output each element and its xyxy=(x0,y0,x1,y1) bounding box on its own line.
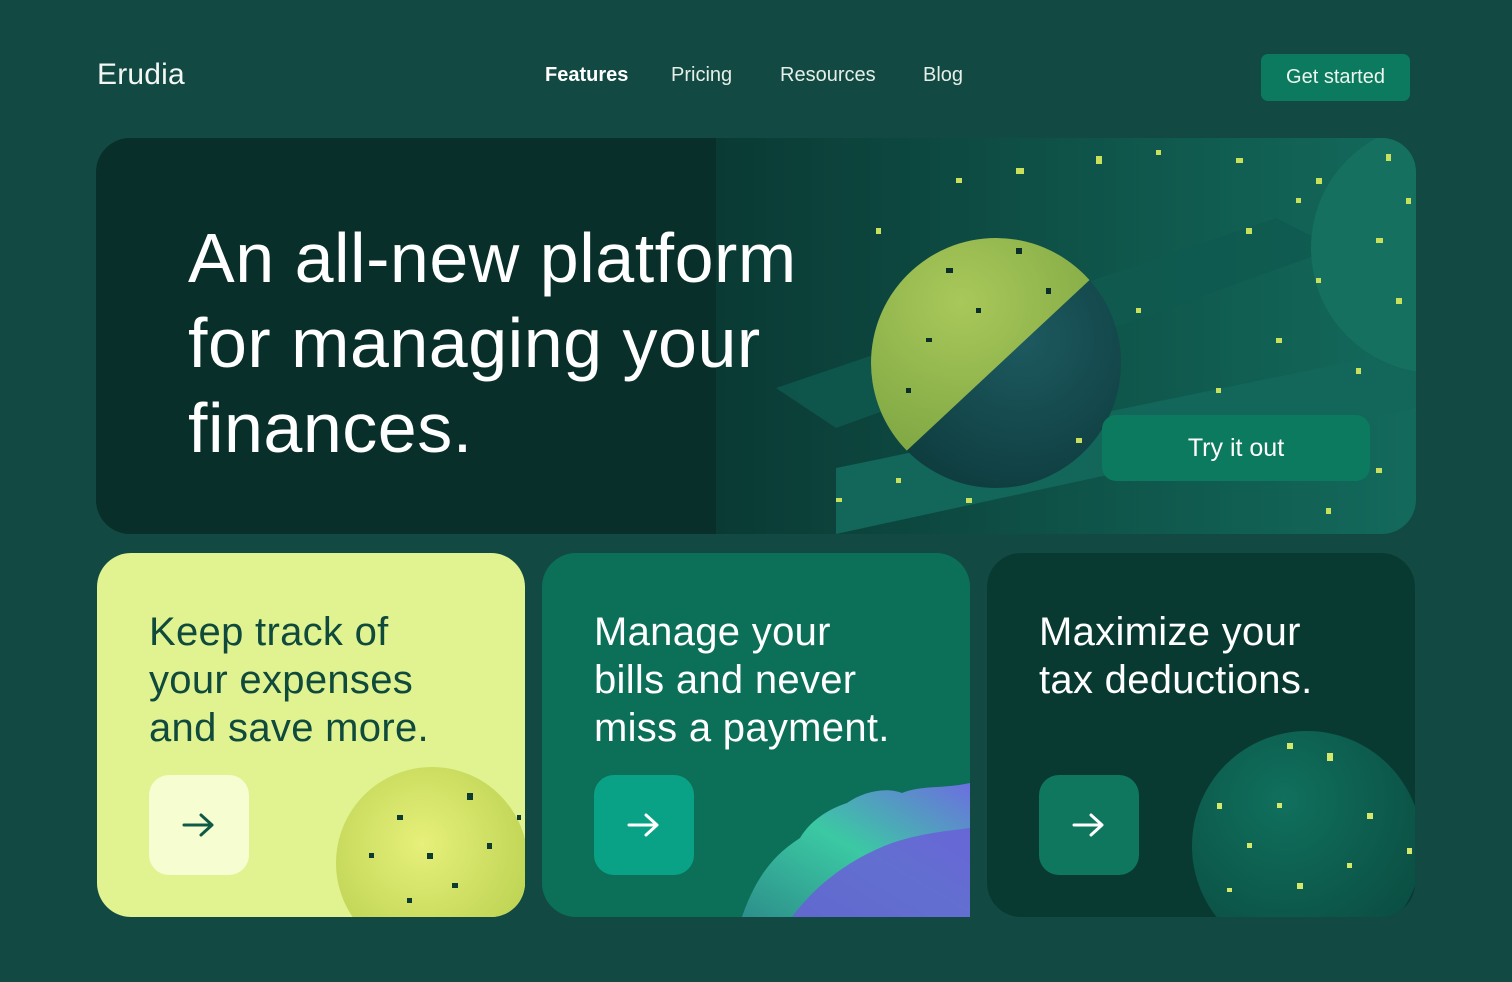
card-title: Maximize your tax deductions. xyxy=(1039,608,1399,704)
card-title-line: and save more. xyxy=(149,706,429,750)
hero-title: An all-new platform for managing your fi… xyxy=(188,216,888,471)
arrow-right-icon xyxy=(1072,813,1104,837)
hero-banner: An all-new platform for managing your fi… xyxy=(96,138,1416,534)
card-title-line: Manage your xyxy=(594,610,831,654)
card-title-line: your expenses xyxy=(149,658,414,702)
card-title-line: Maximize your xyxy=(1039,610,1301,654)
brand-logo[interactable]: Erudia xyxy=(97,58,185,92)
bills-arrow-button[interactable] xyxy=(594,775,694,875)
try-it-out-button[interactable]: Try it out xyxy=(1102,415,1370,481)
card-title: Manage your bills and never miss a payme… xyxy=(594,608,954,752)
arrow-right-icon xyxy=(182,813,214,837)
feature-card-tax[interactable]: Maximize your tax deductions. xyxy=(987,553,1415,917)
nav-item-blog[interactable]: Blog xyxy=(923,64,963,87)
feature-card-expenses[interactable]: Keep track of your expenses and save mor… xyxy=(97,553,525,917)
nav-item-features[interactable]: Features xyxy=(545,64,628,87)
hero-title-line: finances. xyxy=(188,389,473,467)
arrow-right-icon xyxy=(627,813,659,837)
get-started-button[interactable]: Get started xyxy=(1261,54,1410,101)
nav-item-resources[interactable]: Resources xyxy=(780,64,876,87)
expenses-arrow-button[interactable] xyxy=(149,775,249,875)
landing-page: Erudia Features Pricing Resources Blog G… xyxy=(0,0,1512,982)
nav-item-pricing[interactable]: Pricing xyxy=(671,64,732,87)
hero-title-line: for managing your xyxy=(188,304,761,382)
card-title-line: miss a payment. xyxy=(594,706,890,750)
card-title: Keep track of your expenses and save mor… xyxy=(149,608,509,752)
card-title-line: bills and never xyxy=(594,658,857,702)
hero-title-line: An all-new platform xyxy=(188,219,797,297)
tax-arrow-button[interactable] xyxy=(1039,775,1139,875)
card-title-line: Keep track of xyxy=(149,610,389,654)
feature-card-bills[interactable]: Manage your bills and never miss a payme… xyxy=(542,553,970,917)
card-title-line: tax deductions. xyxy=(1039,658,1313,702)
